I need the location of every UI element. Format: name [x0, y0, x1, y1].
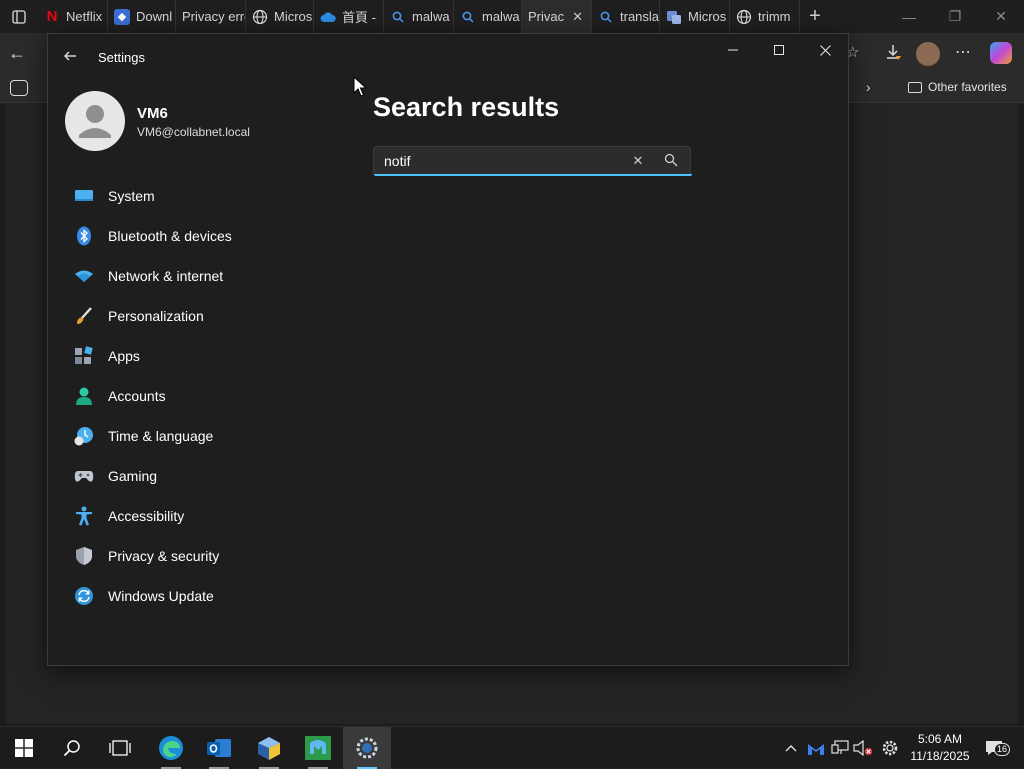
download-page-icon: ◆	[114, 8, 130, 25]
accounts-icon	[74, 386, 94, 406]
clock[interactable]: 5:06 AM 11/18/2025	[905, 731, 975, 765]
back-arrow-icon[interactable]	[62, 48, 82, 68]
start-button[interactable]	[0, 727, 48, 769]
browser-restore-button[interactable]: ❐	[932, 0, 978, 33]
system-icon	[74, 186, 94, 206]
bluetooth-icon	[74, 226, 94, 246]
chevron-right-icon[interactable]: ›	[866, 79, 871, 95]
browser-tab[interactable]: ◆ Downl	[108, 0, 176, 33]
profile-email: VM6@collabnet.local	[137, 125, 250, 139]
clock-date: 11/18/2025	[910, 749, 970, 763]
wifi-icon	[74, 266, 94, 286]
nav-item-gaming[interactable]: Gaming	[66, 456, 346, 496]
malwarebytes-app-icon[interactable]	[294, 727, 342, 769]
nav-item-accessibility[interactable]: Accessibility	[66, 496, 346, 536]
maximize-button[interactable]	[756, 34, 802, 66]
nav-item-privacy-security[interactable]: Privacy & security	[66, 536, 346, 576]
taskbar: 5:06 AM 11/18/2025 16	[0, 726, 1024, 769]
new-tab-button[interactable]: +	[800, 0, 830, 33]
browser-tab[interactable]: malwa	[384, 0, 454, 33]
nav-item-time-language[interactable]: Time & language	[66, 416, 346, 456]
edge-app-icon[interactable]	[147, 727, 195, 769]
settings-titlebar: Settings	[48, 34, 848, 82]
favorites-icon[interactable]: ☆	[846, 43, 866, 63]
outlook-app-icon[interactable]	[195, 727, 243, 769]
virtualbox-app-icon[interactable]	[245, 727, 293, 769]
profile-name: VM6	[137, 105, 168, 122]
search-focus-underline	[374, 174, 692, 176]
more-icon[interactable]: ⋯	[955, 42, 975, 62]
time-language-icon	[74, 426, 94, 446]
minimize-button[interactable]	[710, 34, 756, 66]
back-icon[interactable]: ←	[8, 43, 30, 63]
apps-icon	[74, 346, 94, 366]
globe-icon	[736, 9, 752, 25]
mouse-pointer-icon	[353, 75, 368, 103]
nav-item-network[interactable]: Network & internet	[66, 256, 346, 296]
globe-icon	[252, 9, 268, 25]
browser-minimize-button[interactable]: —	[886, 0, 932, 33]
browser-close-button[interactable]: ✕	[978, 0, 1024, 33]
folder-icon	[908, 81, 922, 93]
cloud-icon	[320, 9, 336, 25]
browser-tab[interactable]: 首頁 -	[314, 0, 384, 33]
nav-item-system[interactable]: System	[66, 176, 346, 216]
search-icon	[598, 9, 614, 25]
windows-update-icon	[74, 586, 94, 606]
volume-muted-icon[interactable]	[852, 727, 874, 769]
gaming-icon	[74, 466, 94, 486]
nav-item-windows-update[interactable]: Windows Update	[66, 576, 346, 616]
shield-icon	[74, 546, 94, 566]
copilot-icon[interactable]	[990, 42, 1012, 64]
browser-tab[interactable]: transla	[592, 0, 660, 33]
page-title: Search results	[373, 92, 560, 122]
nav-item-personalization[interactable]: Personalization	[66, 296, 346, 336]
reader-icon[interactable]	[10, 80, 28, 96]
profile-avatar-icon[interactable]	[916, 42, 940, 66]
defender-tray-icon[interactable]	[806, 727, 826, 769]
app-title: Settings	[98, 50, 145, 65]
settings-window: Settings VM6 VM6@collabnet.local System …	[47, 33, 849, 666]
clear-search-icon[interactable]: ✕	[630, 153, 646, 169]
settings-app-icon[interactable]	[343, 727, 391, 769]
search-icon	[460, 9, 476, 25]
downloads-icon[interactable]	[884, 43, 904, 63]
notification-center-button[interactable]: 16	[982, 727, 1011, 769]
browser-tab[interactable]: Privacy erro	[176, 0, 246, 33]
accessibility-icon	[74, 506, 94, 526]
tab-actions-icon[interactable]	[0, 0, 38, 33]
search-box: ✕	[373, 146, 692, 176]
chevron-up-icon[interactable]	[782, 727, 800, 769]
close-button[interactable]	[802, 34, 848, 66]
browser-tab[interactable]: Micros	[246, 0, 314, 33]
browser-tab-active[interactable]: Privac ✕	[522, 0, 592, 33]
nav-item-bluetooth[interactable]: Bluetooth & devices	[66, 216, 346, 256]
nav-item-accounts[interactable]: Accounts	[66, 376, 346, 416]
browser-tab[interactable]: trimm	[730, 0, 800, 33]
avatar[interactable]	[65, 91, 125, 151]
search-input[interactable]	[374, 147, 624, 175]
close-tab-icon[interactable]: ✕	[572, 9, 583, 25]
browser-tab[interactable]: N Netflix	[38, 0, 108, 33]
microsoft-icon	[666, 9, 682, 25]
other-favorites[interactable]: Other favorites	[908, 80, 1007, 94]
gear-icon[interactable]	[880, 727, 900, 769]
network-icon[interactable]	[830, 727, 850, 769]
task-view-button[interactable]	[96, 727, 144, 769]
browser-tab[interactable]: malwa	[454, 0, 522, 33]
clock-time: 5:06 AM	[917, 732, 963, 746]
nav-item-apps[interactable]: Apps	[66, 336, 346, 376]
browser-tab[interactable]: Micros	[660, 0, 730, 33]
search-icon[interactable]	[664, 153, 680, 169]
browser-tab-strip: N Netflix ◆ Downl Privacy erro Micros 首頁…	[0, 0, 1024, 33]
netflix-icon: N	[46, 8, 58, 25]
settings-nav: System Bluetooth & devices Network & int…	[66, 176, 346, 616]
taskbar-search-button[interactable]	[48, 727, 96, 769]
notification-count-badge: 16	[994, 743, 1011, 756]
search-icon	[390, 9, 406, 25]
brush-icon	[74, 306, 94, 326]
